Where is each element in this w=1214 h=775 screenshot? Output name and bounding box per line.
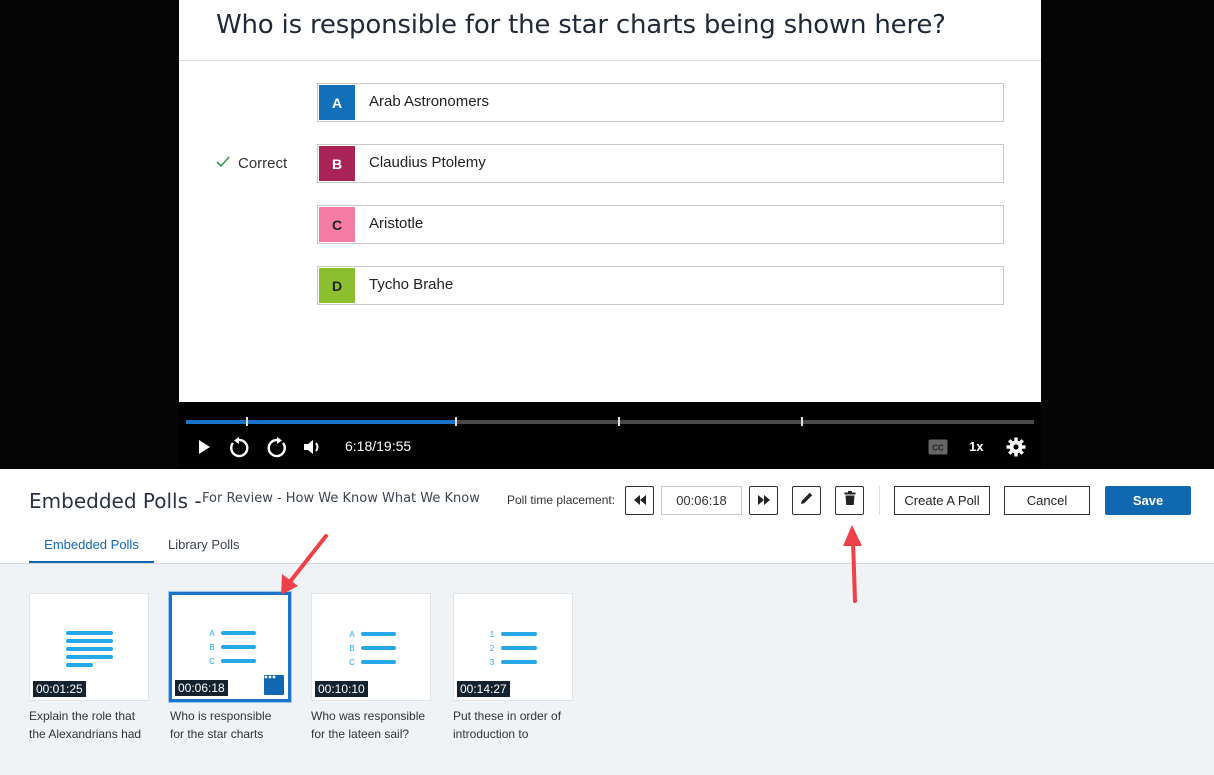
tab-library-polls[interactable]: Library Polls xyxy=(168,537,240,552)
save-button[interactable]: Save xyxy=(1105,486,1191,515)
abc-glyph: C xyxy=(209,657,215,666)
poll-slide: Who is responsible for the star charts b… xyxy=(179,0,1041,402)
abc-glyph: C xyxy=(349,658,355,667)
number-glyph: 1 xyxy=(490,630,495,639)
trash-icon xyxy=(844,491,856,510)
rewind-icon xyxy=(633,492,647,510)
more-options-button[interactable] xyxy=(263,674,285,696)
abc-glyph: A xyxy=(349,630,355,639)
playback-speed[interactable]: 1x xyxy=(969,439,983,454)
poll-label: Put these in order of introduction to xyxy=(453,707,583,743)
poll-cue-marker[interactable] xyxy=(246,417,249,426)
answer-text: Claudius Ptolemy xyxy=(369,154,486,171)
tabs-underline xyxy=(0,563,1214,564)
editor-panel: Embedded Polls - For Review - How We Kno… xyxy=(0,469,1214,564)
player-controls: 6:18/19:55 CC 1x xyxy=(179,402,1041,469)
correct-text: Correct xyxy=(238,155,288,172)
edit-poll-button[interactable] xyxy=(792,486,821,515)
poll-time-badge: 00:01:25 xyxy=(33,681,86,697)
poll-label-line: Put these in order of xyxy=(453,709,562,723)
checkmark-icon xyxy=(216,155,230,172)
poll-card[interactable]: 1 2 3 00:14:27 xyxy=(453,593,573,701)
poll-time-badge: 00:10:10 xyxy=(315,681,368,697)
poll-label-line: Who is responsible xyxy=(170,709,272,723)
rewind-icon[interactable] xyxy=(227,436,251,460)
svg-text:CC: CC xyxy=(932,444,944,453)
play-icon[interactable] xyxy=(195,436,213,458)
progress-bar[interactable] xyxy=(186,417,1034,426)
poll-card-selected[interactable]: A B C 00:06:18 xyxy=(169,592,291,702)
poll-card[interactable]: A B C 00:10:10 xyxy=(311,593,431,701)
page-title: Embedded Polls - xyxy=(29,489,202,513)
poll-label-line: the Alexandrians had xyxy=(29,727,142,741)
poll-label-line: introduction to xyxy=(453,727,529,741)
abc-glyph: B xyxy=(349,644,354,653)
divider xyxy=(179,60,1041,61)
answer-text: Tycho Brahe xyxy=(369,276,454,293)
poll-label-line: for the star charts xyxy=(170,727,264,741)
answer-letter: A xyxy=(319,85,355,120)
video-title: For Review - How We Know What We Know xyxy=(202,491,480,506)
poll-cue-marker[interactable] xyxy=(618,417,621,426)
number-glyph: 3 xyxy=(490,658,495,667)
answer-letter: C xyxy=(319,207,355,242)
poll-label-line: for the lateen sail? xyxy=(311,727,410,741)
delete-poll-button[interactable] xyxy=(835,486,864,515)
settings-icon[interactable] xyxy=(1005,436,1027,458)
step-back-button[interactable] xyxy=(625,486,654,515)
step-forward-button[interactable] xyxy=(749,486,778,515)
placement-label: Poll time placement: xyxy=(507,493,616,507)
abc-glyph: B xyxy=(209,643,214,652)
poll-card[interactable]: 00:01:25 xyxy=(29,593,149,701)
poll-time-badge: 00:14:27 xyxy=(457,681,510,697)
poll-time-input[interactable] xyxy=(661,486,742,515)
answer-option-a[interactable]: A Arab Astronomers xyxy=(317,83,1004,122)
abc-glyph: A xyxy=(209,629,215,638)
poll-label: Who is responsible for the star charts xyxy=(170,707,300,743)
poll-label-line: Who was responsible xyxy=(311,709,426,723)
poll-question: Who is responsible for the star charts b… xyxy=(216,10,946,40)
answer-option-b[interactable]: B Claudius Ptolemy xyxy=(317,144,1004,183)
progress-fill xyxy=(186,420,455,424)
poll-cue-marker[interactable] xyxy=(800,417,803,426)
answer-letter: D xyxy=(319,268,355,303)
forward-icon[interactable] xyxy=(265,436,289,460)
answer-text: Arab Astronomers xyxy=(369,93,490,110)
fast-forward-icon xyxy=(757,492,771,510)
answer-letter: B xyxy=(319,146,355,181)
create-poll-button[interactable]: Create A Poll xyxy=(894,486,990,515)
correct-indicator: Correct xyxy=(216,155,287,172)
divider xyxy=(879,486,880,515)
poll-label: Who was responsible for the lateen sail? xyxy=(311,707,441,743)
captions-icon[interactable]: CC xyxy=(927,436,949,458)
cancel-button[interactable]: Cancel xyxy=(1004,486,1090,515)
pencil-icon xyxy=(800,491,814,510)
answer-option-c[interactable]: C Aristotle xyxy=(317,205,1004,244)
video-player: Who is responsible for the star charts b… xyxy=(0,0,1214,469)
poll-cue-marker[interactable] xyxy=(454,417,457,426)
answer-text: Aristotle xyxy=(369,215,424,232)
number-glyph: 2 xyxy=(490,644,495,653)
volume-icon[interactable] xyxy=(302,436,324,458)
poll-label-line: Explain the role that xyxy=(29,709,136,723)
poll-time-badge: 00:06:18 xyxy=(175,680,228,696)
poll-label: Explain the role that the Alexandrians h… xyxy=(29,707,159,743)
tab-embedded-polls[interactable]: Embedded Polls xyxy=(29,537,154,564)
answer-option-d[interactable]: D Tycho Brahe xyxy=(317,266,1004,305)
playback-time: 6:18/19:55 xyxy=(345,438,412,454)
